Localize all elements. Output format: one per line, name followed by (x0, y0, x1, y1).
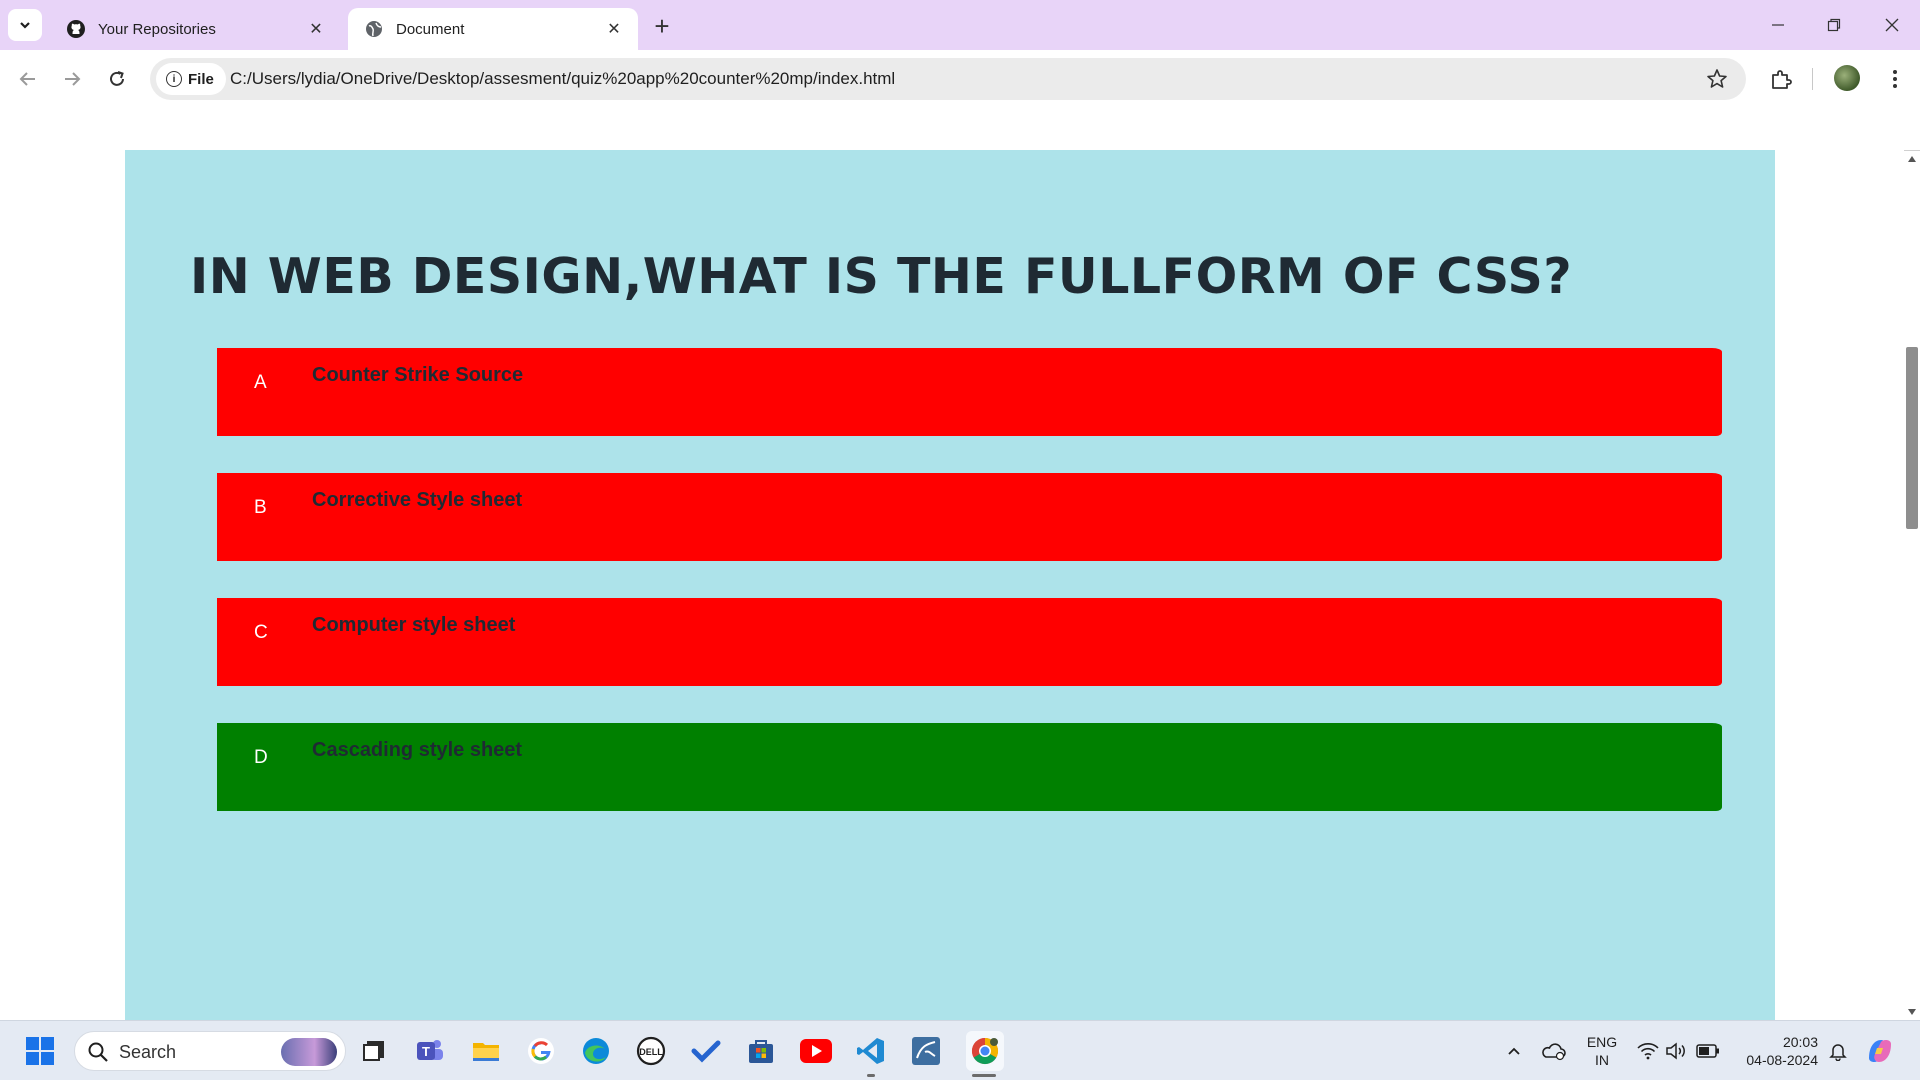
windows-taskbar: Search T DELL ENG IN 20:03 04-08-2024 (0, 1020, 1920, 1080)
svg-text:DELL: DELL (639, 1047, 663, 1057)
back-button[interactable] (13, 64, 43, 94)
bookmark-star-icon[interactable] (1706, 68, 1728, 90)
clock-time: 20:03 (1782, 1034, 1818, 1050)
arrow-right-icon (65, 72, 81, 86)
restore-button[interactable] (1806, 0, 1862, 50)
arrow-left-icon (19, 72, 35, 86)
answer-option-c[interactable]: C Computer style sheet (217, 598, 1722, 686)
edge-icon[interactable] (580, 1035, 612, 1067)
quiz-question: IN WEB DESIGN,WHAT IS THE FULLFORM OF CS… (190, 248, 1573, 305)
battery-icon[interactable] (1692, 1035, 1724, 1067)
toolbar-divider (1812, 68, 1813, 90)
tab-search-button[interactable] (8, 9, 42, 41)
dell-icon[interactable]: DELL (635, 1035, 667, 1067)
answer-text: Corrective Style sheet (312, 489, 523, 511)
scroll-down-arrow-icon[interactable] (1908, 1009, 1916, 1015)
address-bar[interactable]: i File C:/Users/lydia/OneDrive/Desktop/a… (150, 58, 1746, 100)
taskbar-search[interactable]: Search (74, 1031, 346, 1071)
answer-letter: C (254, 622, 268, 643)
answer-letter: D (254, 747, 268, 768)
vertical-scrollbar[interactable] (1904, 151, 1920, 1020)
todo-icon[interactable] (690, 1035, 722, 1067)
new-tab-button[interactable]: + (648, 11, 676, 41)
reload-button[interactable] (102, 64, 132, 94)
tab-your-repositories[interactable]: Your Repositories ✕ (50, 8, 340, 50)
scroll-up-arrow-icon[interactable] (1908, 156, 1916, 162)
scroll-thumb[interactable] (1906, 347, 1918, 529)
puzzle-icon (1772, 70, 1792, 89)
minimize-icon (1772, 24, 1784, 26)
extensions-button[interactable] (1766, 64, 1796, 94)
site-info-chip[interactable]: i File (156, 63, 226, 95)
tab-document[interactable]: Document ✕ (348, 8, 638, 50)
globe-icon (364, 19, 384, 39)
onedrive-icon[interactable] (1538, 1035, 1570, 1067)
vscode-icon[interactable] (855, 1035, 887, 1067)
close-window-button[interactable] (1864, 0, 1920, 50)
copilot-icon[interactable] (1864, 1035, 1896, 1067)
answer-letter: A (254, 372, 267, 393)
answer-option-d[interactable]: D Cascading style sheet (217, 723, 1722, 811)
language-code: ENG (1586, 1034, 1618, 1050)
mysql-workbench-icon[interactable] (910, 1035, 942, 1067)
chevron-up-icon[interactable] (1498, 1035, 1530, 1067)
search-highlight-image (281, 1038, 337, 1066)
clock-date: 04-08-2024 (1746, 1052, 1818, 1068)
notification-bell-icon[interactable] (1822, 1035, 1854, 1067)
minimize-button[interactable] (1750, 0, 1806, 50)
volume-icon[interactable] (1660, 1035, 1692, 1067)
store-icon[interactable] (745, 1035, 777, 1067)
chrome-icon[interactable] (966, 1031, 1004, 1071)
tab-title: Your Repositories (98, 20, 216, 38)
tab-title: Document (396, 20, 465, 38)
github-icon (66, 19, 86, 39)
file-explorer-icon[interactable] (470, 1035, 502, 1067)
clock[interactable]: 20:03 04-08-2024 (1732, 1033, 1818, 1069)
browser-toolbar: i File C:/Users/lydia/OneDrive/Desktop/a… (0, 50, 1920, 108)
reload-icon (110, 71, 124, 86)
restore-icon (1827, 18, 1841, 32)
answer-text: Cascading style sheet (312, 739, 523, 761)
answer-text: Counter Strike Source (312, 364, 524, 386)
page-viewport: IN WEB DESIGN,WHAT IS THE FULLFORM OF CS… (0, 150, 1904, 1020)
start-icon[interactable] (24, 1035, 56, 1067)
answer-option-a[interactable]: A Counter Strike Source (217, 348, 1722, 436)
region-code: IN (1595, 1052, 1609, 1068)
quiz-container: IN WEB DESIGN,WHAT IS THE FULLFORM OF CS… (125, 150, 1775, 1020)
profile-avatar[interactable] (1834, 65, 1860, 91)
scheme-label: File (188, 70, 214, 88)
search-placeholder: Search (119, 1042, 177, 1062)
svg-text:T: T (422, 1044, 430, 1059)
google-icon[interactable] (525, 1035, 557, 1067)
browser-tab-strip: Your Repositories ✕ Document ✕ + (0, 0, 1920, 50)
chevron-down-icon (20, 22, 30, 29)
search-icon (88, 1042, 108, 1062)
youtube-icon[interactable] (800, 1035, 832, 1067)
info-icon: i (166, 71, 182, 87)
close-icon (1885, 18, 1899, 32)
menu-button[interactable] (1880, 64, 1910, 94)
answer-option-b[interactable]: B Corrective Style sheet (217, 473, 1722, 561)
answer-text: Computer style sheet (312, 614, 516, 636)
answer-letter: B (254, 497, 267, 518)
running-indicator-active (972, 1074, 996, 1077)
more-vert-icon (1893, 70, 1897, 88)
close-icon[interactable]: ✕ (604, 19, 624, 39)
url-text[interactable]: C:/Users/lydia/OneDrive/Desktop/assesmen… (230, 58, 895, 100)
teams-icon[interactable]: T (414, 1035, 446, 1067)
language-indicator[interactable]: ENG IN (1584, 1033, 1620, 1069)
forward-button[interactable] (57, 64, 87, 94)
close-icon[interactable]: ✕ (306, 19, 326, 39)
task-view-icon[interactable] (358, 1035, 390, 1067)
running-indicator (867, 1074, 875, 1077)
